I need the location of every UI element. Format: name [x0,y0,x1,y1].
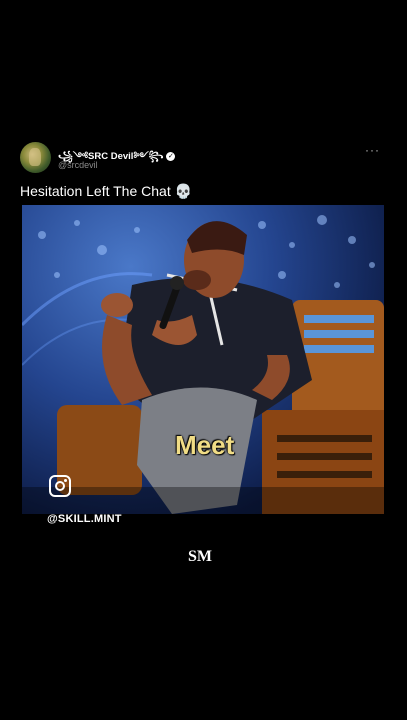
verified-icon: ✓ [166,152,176,161]
instagram-handle: @SKILL.MINT [47,513,122,525]
video-frame [22,215,384,514]
instagram-icon [49,475,71,497]
video-caption: Meet [175,430,235,460]
user-handle[interactable]: @srcdevil [58,160,98,170]
video-player[interactable]: Meet [22,205,384,514]
avatar[interactable] [20,142,51,173]
watermark-logo: SM [188,548,212,565]
post-text: Hesitation Left The Chat 💀 [20,183,193,199]
post-header: ꧁༺SRC Devil༻꧂ ✓ @srcdevil ··· [20,142,390,176]
more-options-icon[interactable]: ··· [365,143,380,157]
